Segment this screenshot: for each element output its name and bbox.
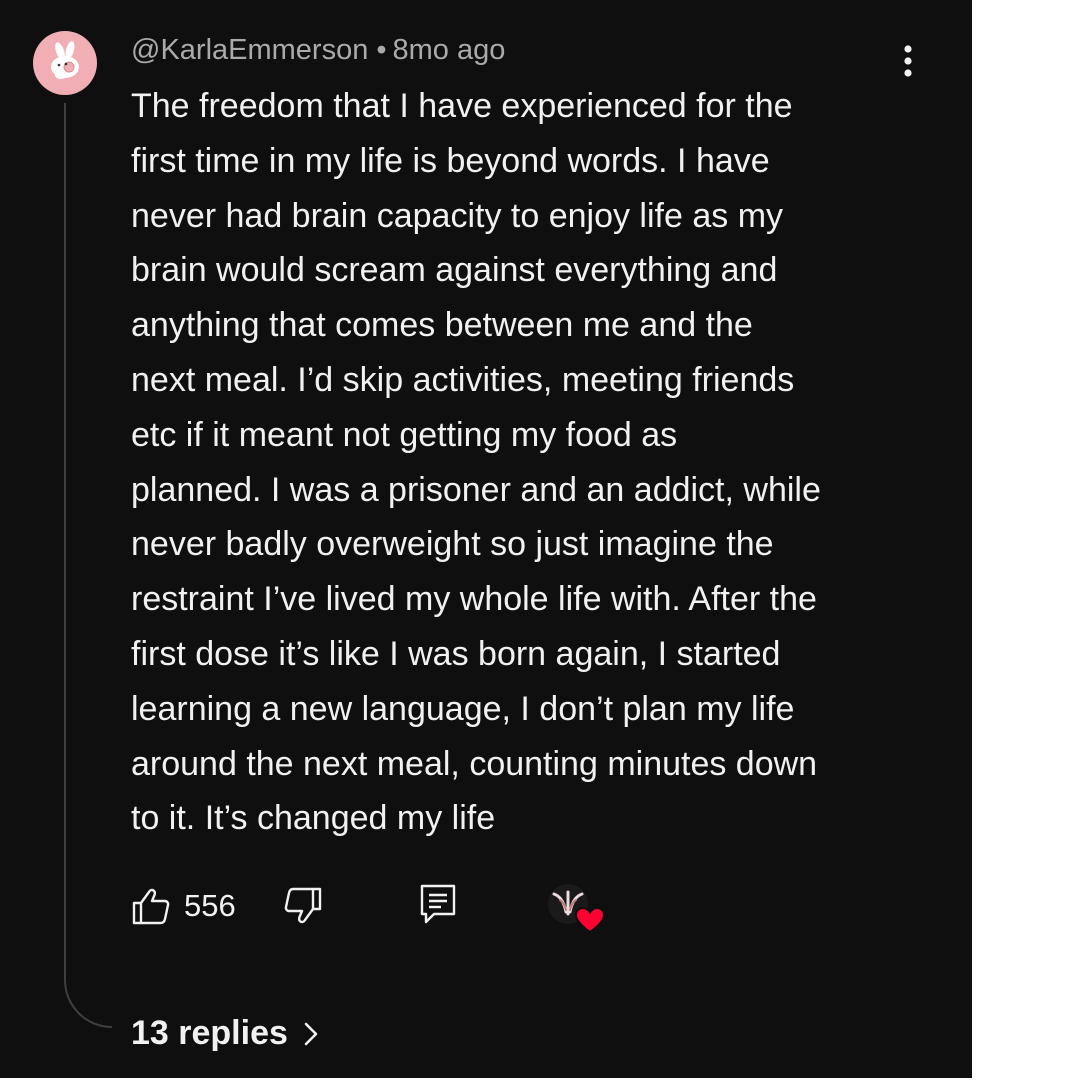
- reply-icon: [420, 884, 456, 924]
- comment-panel: @KarlaEmmerson • 8mo ago The freedom that …: [0, 0, 972, 1078]
- author-handle[interactable]: @KarlaEmmerson: [131, 34, 368, 66]
- comment-text: The freedom that I have experienced for …: [131, 87, 821, 838]
- more-options-button[interactable]: [896, 44, 920, 80]
- thumbs-down-icon: [284, 887, 322, 924]
- more-vertical-icon: [904, 45, 912, 77]
- thread-line: [64, 103, 112, 1028]
- thumbs-up-icon: [132, 888, 170, 925]
- creator-heart-icon: [548, 884, 606, 934]
- like-count: 556: [184, 888, 236, 923]
- author-avatar[interactable]: [33, 31, 97, 95]
- dislike-button[interactable]: [283, 886, 323, 926]
- meta-separator: •: [376, 34, 387, 66]
- view-replies-button[interactable]: 13 replies: [131, 1014, 320, 1053]
- reply-button[interactable]: [418, 882, 458, 926]
- creator-heart-badge: [546, 882, 608, 934]
- like-button[interactable]: [131, 886, 171, 926]
- comment-meta: @KarlaEmmerson • 8mo ago: [131, 34, 505, 67]
- comment-time[interactable]: 8mo ago: [393, 34, 506, 66]
- bunny-avatar-icon: [51, 41, 79, 79]
- replies-label: 13 replies: [131, 1014, 288, 1052]
- chevron-right-icon: [304, 1022, 318, 1045]
